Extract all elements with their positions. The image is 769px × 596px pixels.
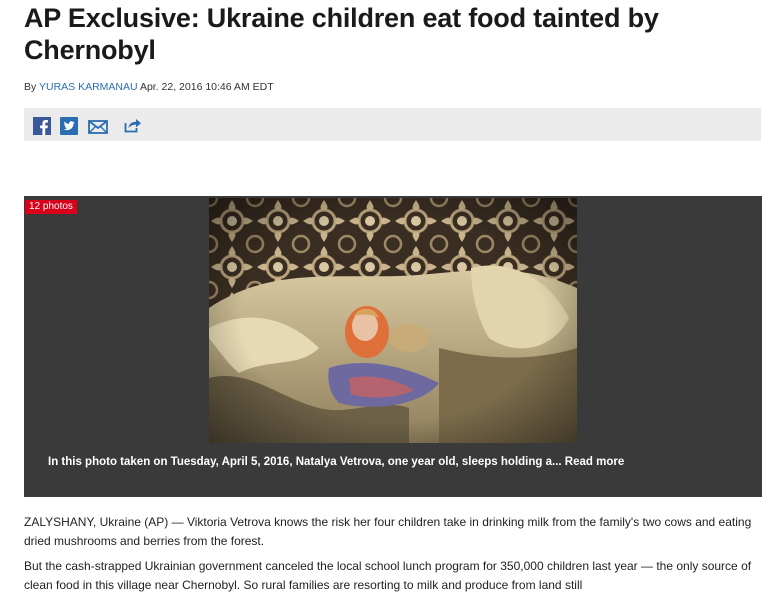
- caption-text: In this photo taken on Tuesday, April 5,…: [48, 456, 562, 468]
- share-bar: [24, 108, 761, 141]
- read-more-link[interactable]: Read more: [565, 456, 624, 468]
- photo-gallery: 12 photos In this photo taken on Tuesday…: [24, 196, 762, 497]
- share-icon[interactable]: [124, 117, 142, 133]
- author-link[interactable]: YURAS KARMANAU: [39, 81, 138, 93]
- photo-caption: In this photo taken on Tuesday, April 5,…: [48, 456, 624, 468]
- headline: AP Exclusive: Ukraine children eat food …: [24, 3, 659, 65]
- byline-prefix: By: [24, 81, 39, 93]
- byline: By YURAS KARMANAU Apr. 22, 2016 10:46 AM…: [24, 81, 274, 93]
- article-paragraph: ZALYSHANY, Ukraine (AP) — Viktoria Vetro…: [24, 515, 752, 548]
- photo-count-badge[interactable]: 12 photos: [25, 200, 77, 214]
- twitter-icon[interactable]: [60, 117, 78, 135]
- email-icon[interactable]: [88, 120, 108, 134]
- facebook-icon[interactable]: [33, 117, 51, 135]
- gallery-photo[interactable]: [209, 198, 577, 443]
- publish-date: Apr. 22, 2016 10:46 AM EDT: [139, 81, 274, 93]
- article-paragraph: But the cash-strapped Ukrainian governme…: [24, 559, 752, 592]
